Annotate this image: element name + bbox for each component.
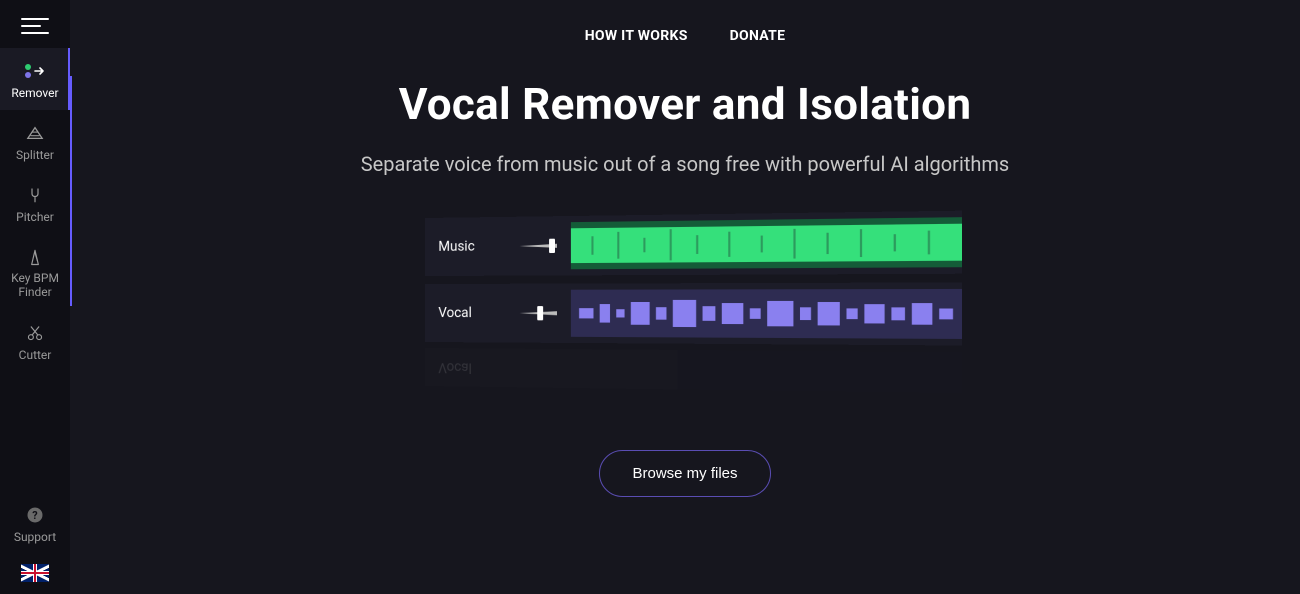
support-icon: ? [23,504,47,526]
sidebar-item-label: Splitter [16,148,54,162]
remover-icon [23,60,47,82]
sidebar-item-label: Remover [11,86,58,100]
sidebar-item-keybpm[interactable]: Key BPM Finder [0,234,70,310]
page-subtitle: Separate voice from music out of a song … [70,152,1300,176]
svg-text:?: ? [32,509,37,522]
cutter-icon [23,322,47,344]
sidebar-item-label: Pitcher [16,210,54,224]
track-music: Music [425,211,962,276]
keybpm-icon [23,246,47,268]
vocal-fader[interactable] [520,310,559,316]
waveform-preview: Music Vocal [425,218,945,386]
page-title: Vocal Remover and Isolation [70,78,1300,130]
sidebar-item-remover[interactable]: Remover [0,48,70,110]
sidebar-item-cutter[interactable]: Cutter [0,310,70,372]
sidebar-nav: Remover Splitter Pitcher [0,48,70,372]
sidebar-item-pitcher[interactable]: Pitcher [0,172,70,234]
pitcher-icon [23,184,47,206]
sidebar-item-splitter[interactable]: Splitter [0,110,70,172]
sidebar-item-label: Key BPM Finder [0,272,70,300]
sidebar-item-support[interactable]: ? Support [14,492,56,554]
reflection: Vocal [425,348,962,393]
sidebar: Remover Splitter Pitcher [0,0,70,594]
splitter-icon [23,122,47,144]
music-waveform [571,211,962,276]
nav-how-it-works[interactable]: HOW IT WORKS [585,28,688,44]
track-vocal: Vocal [425,282,962,345]
menu-toggle[interactable] [21,0,49,48]
sidebar-item-label: Cutter [19,348,52,362]
music-fader[interactable] [520,243,559,249]
top-nav: HOW IT WORKS DONATE [70,0,1300,44]
main-content: HOW IT WORKS DONATE Vocal Remover and Is… [70,0,1300,594]
browse-files-button[interactable]: Browse my files [599,450,770,497]
track-label: Music [438,238,474,254]
vocal-waveform [571,282,962,345]
language-flag-icon[interactable] [21,564,49,582]
nav-donate[interactable]: DONATE [730,28,786,44]
sidebar-item-label: Support [14,530,56,544]
track-label: Vocal [438,305,472,321]
hero: Vocal Remover and Isolation Separate voi… [70,78,1300,176]
